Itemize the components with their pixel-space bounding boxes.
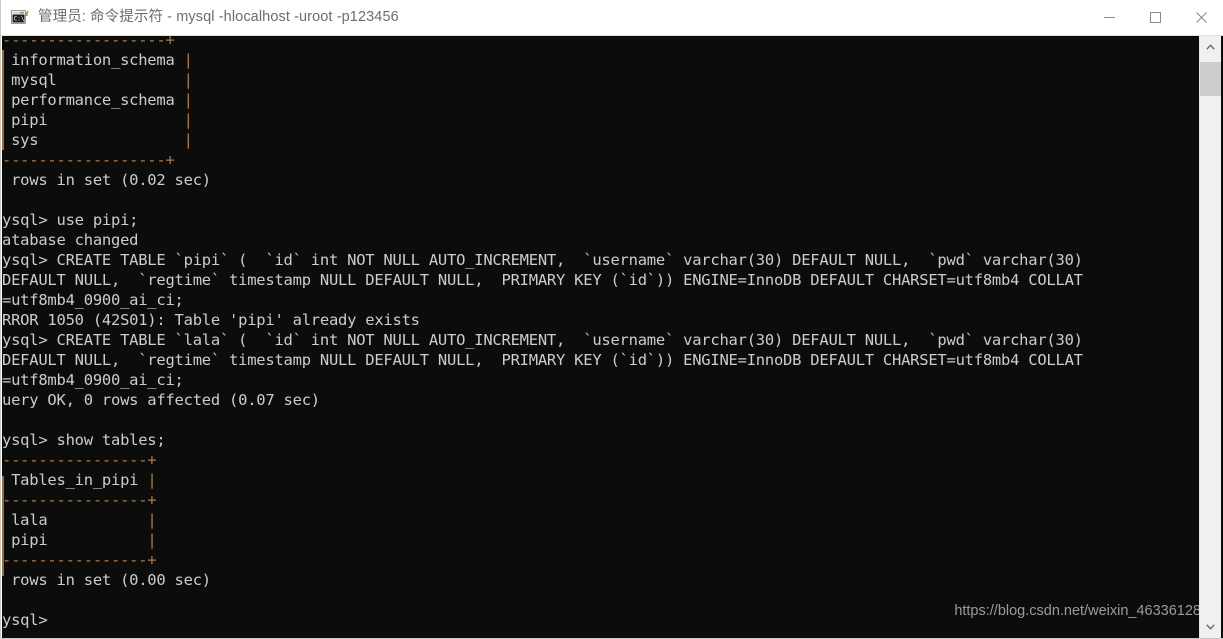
terminal-line: ysql> show tables; bbox=[2, 431, 166, 449]
terminal-line: uery OK, 0 rows affected (0.07 sec) bbox=[2, 391, 320, 409]
terminal-line: pipi | bbox=[2, 531, 157, 549]
maximize-button[interactable] bbox=[1132, 0, 1178, 35]
scroll-up-button[interactable] bbox=[1200, 36, 1221, 58]
console-window: C:\ 管理员: 命令提示符 - mysql -hlocalhost -uroo… bbox=[0, 0, 1223, 639]
terminal-line: ysql> CREATE TABLE `lala` ( `id` int NOT… bbox=[2, 331, 1083, 349]
terminal-line: pipi | bbox=[2, 111, 193, 129]
terminal-line: RROR 1050 (42S01): Table 'pipi' already … bbox=[2, 311, 420, 329]
terminal-line: =utf8mb4_0900_ai_ci; bbox=[2, 291, 184, 309]
title-bar[interactable]: C:\ 管理员: 命令提示符 - mysql -hlocalhost -uroo… bbox=[1, 0, 1223, 36]
terminal-line: rows in set (0.00 sec) bbox=[2, 571, 211, 589]
terminal-line: mysql | bbox=[2, 71, 193, 89]
window-title: 管理员: 命令提示符 - mysql -hlocalhost -uroot -p… bbox=[38, 9, 399, 26]
terminal-line: DEFAULT NULL, `regtime` timestamp NULL D… bbox=[2, 271, 1083, 289]
minimize-icon bbox=[1103, 17, 1115, 18]
chevron-down-icon bbox=[1206, 624, 1215, 630]
terminal-line: rows in set (0.02 sec) bbox=[2, 171, 211, 189]
svg-text:C:\: C:\ bbox=[14, 15, 25, 22]
close-icon bbox=[1195, 12, 1207, 23]
terminal-lines: ------------------+ information_schema |… bbox=[2, 36, 1201, 630]
terminal-line: Tables_in_pipi | bbox=[2, 471, 157, 489]
terminal-line: ----------------+ bbox=[2, 491, 157, 509]
scrollbar-track[interactable] bbox=[1200, 58, 1221, 616]
terminal-line: ----------------+ bbox=[2, 451, 157, 469]
terminal-line: information_schema | bbox=[2, 51, 193, 69]
maximize-icon bbox=[1149, 12, 1161, 23]
terminal-line: ysql> bbox=[2, 611, 48, 629]
terminal-line: ------------------+ bbox=[2, 151, 175, 169]
terminal-screen[interactable]: ------------------+ information_schema |… bbox=[2, 36, 1223, 638]
scrollbar-thumb[interactable] bbox=[1200, 62, 1221, 96]
terminal-text-buffer[interactable]: ------------------+ information_schema |… bbox=[2, 36, 1201, 638]
terminal-line: ysql> use pipi; bbox=[2, 211, 139, 229]
chevron-up-icon bbox=[1206, 44, 1215, 50]
terminal-line: ysql> CREATE TABLE `pipi` ( `id` int NOT… bbox=[2, 251, 1083, 269]
close-button[interactable] bbox=[1178, 0, 1223, 35]
clipped-table-border bbox=[2, 476, 4, 576]
scroll-down-button[interactable] bbox=[1200, 616, 1221, 638]
terminal-line: sys | bbox=[2, 131, 193, 149]
vertical-scrollbar[interactable] bbox=[1199, 36, 1221, 638]
cmd-console-icon: C:\ bbox=[11, 9, 29, 26]
minimize-button[interactable] bbox=[1086, 0, 1132, 35]
terminal-line: atabase changed bbox=[2, 231, 139, 249]
terminal-line: ------------------+ bbox=[2, 36, 175, 49]
terminal-line: ----------------+ bbox=[2, 551, 157, 569]
terminal-line: lala | bbox=[2, 511, 157, 529]
clipped-table-border bbox=[2, 50, 4, 150]
terminal-line: DEFAULT NULL, `regtime` timestamp NULL D… bbox=[2, 351, 1083, 369]
terminal-line: performance_schema | bbox=[2, 91, 193, 109]
terminal-line: =utf8mb4_0900_ai_ci; bbox=[2, 371, 184, 389]
